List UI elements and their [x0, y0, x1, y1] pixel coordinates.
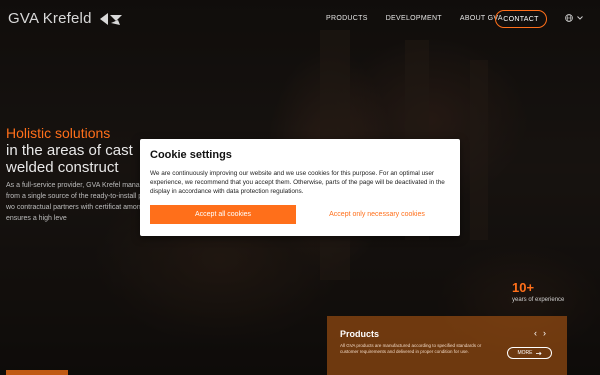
chevron-down-icon: [577, 16, 583, 20]
stat-value: 10+: [512, 280, 535, 295]
globe-icon: [565, 14, 573, 22]
main-nav: PRODUCTS DEVELOPMENT ABOUT GVA: [326, 15, 521, 22]
hero-title-line: in the areas of cast: [6, 142, 133, 159]
cookie-modal-title: Cookie settings: [150, 149, 232, 161]
products-card-title: Products: [340, 329, 380, 339]
nav-development[interactable]: DEVELOPMENT: [386, 15, 442, 22]
chevron-right-icon[interactable]: ›: [543, 328, 546, 338]
hero-cta-bar[interactable]: [6, 370, 68, 375]
chevron-left-icon[interactable]: ‹: [534, 328, 537, 338]
accept-all-cookies-button[interactable]: Accept all cookies: [150, 205, 296, 224]
products-card: Products ‹ › All GVA products are manufa…: [327, 316, 567, 375]
hero-title-line: welded construct: [6, 159, 119, 176]
more-button-label: MORE: [517, 350, 533, 356]
cookie-modal: Cookie settings We are continuously impr…: [140, 139, 460, 236]
site-header: GVA Krefeld PRODUCTS DEVELOPMENT ABOUT G…: [0, 0, 600, 40]
accept-necessary-cookies-button[interactable]: Accept only necessary cookies: [304, 205, 450, 224]
contact-button[interactable]: CONTACT: [495, 10, 547, 28]
logo-text: GVA Krefeld: [8, 10, 92, 27]
hero-title-highlight: Holistic solutions: [6, 125, 111, 141]
products-carousel-controls: ‹ ›: [534, 328, 546, 338]
cookie-modal-text: We are continuously improving our websit…: [150, 170, 445, 195]
more-button[interactable]: MORE: [507, 347, 552, 359]
arrow-right-icon: [535, 351, 542, 355]
products-card-description: All GVA products are manufactured accord…: [340, 343, 482, 354]
nav-products[interactable]: PRODUCTS: [326, 15, 368, 22]
logo[interactable]: GVA Krefeld: [8, 10, 124, 27]
language-selector[interactable]: [565, 14, 583, 22]
logo-mark-icon: [99, 12, 122, 25]
stat-label: years of experience: [512, 297, 565, 303]
